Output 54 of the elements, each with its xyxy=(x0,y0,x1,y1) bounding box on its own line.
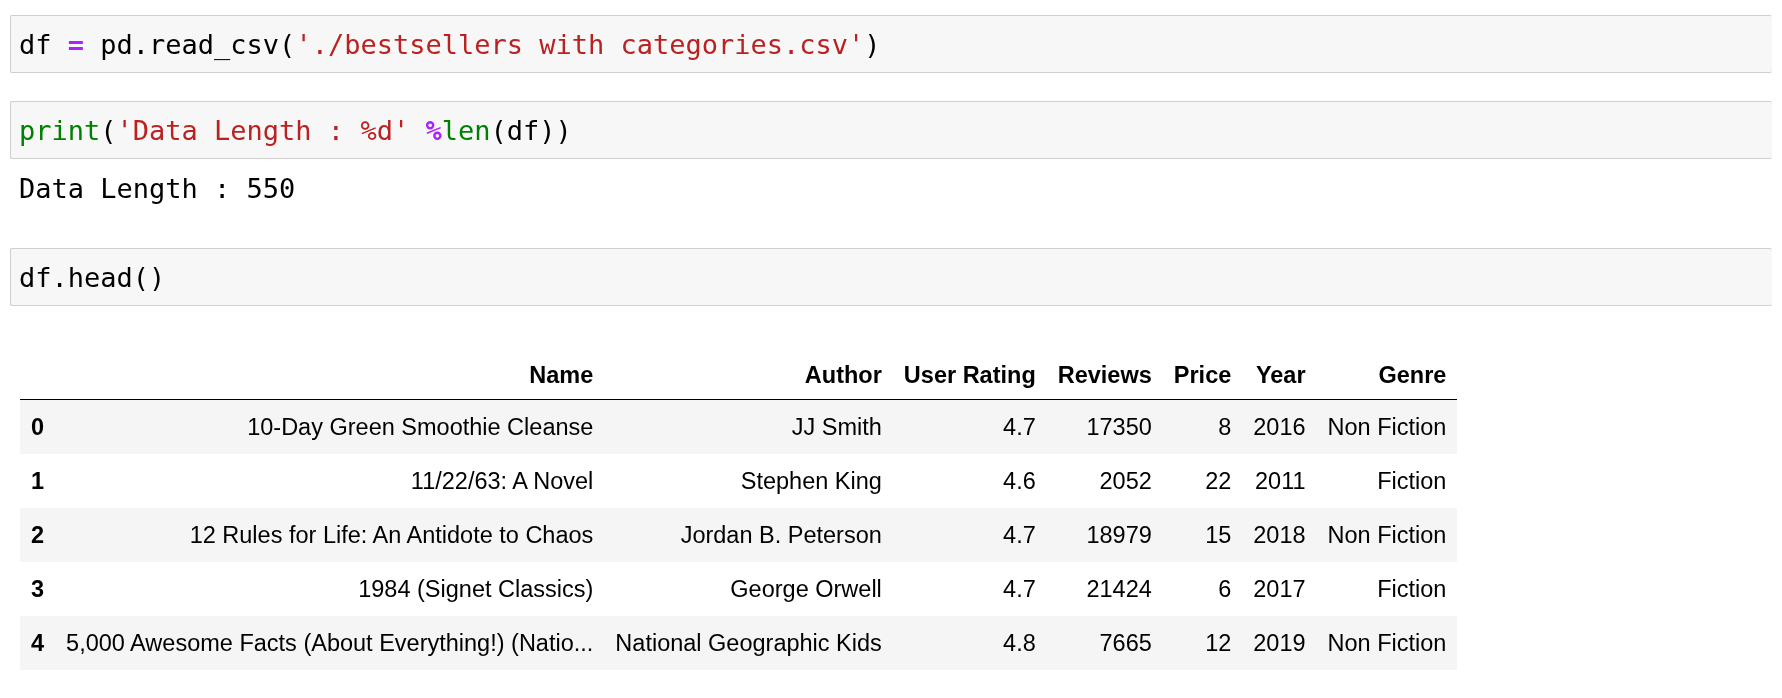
code-line: df = pd.read_csv('./bestsellers with categories.csv') xyxy=(19,28,881,60)
table-cell: George Orwell xyxy=(730,575,882,602)
table-cell: 4.6 xyxy=(1003,467,1036,494)
column-header: User Rating xyxy=(903,362,1036,388)
table-cell: 4.7 xyxy=(1003,521,1036,548)
column-header: Reviews xyxy=(1057,362,1152,388)
code-line: df.head() xyxy=(19,261,166,293)
row-index: 0 xyxy=(31,413,45,440)
table-cell: 6 xyxy=(1218,575,1232,602)
table-cell: Fiction xyxy=(1377,575,1447,602)
table-cell: 2019 xyxy=(1253,629,1306,656)
table-cell: Jordan B. Peterson xyxy=(680,521,882,548)
table-cell: Fiction xyxy=(1377,467,1447,494)
table-cell: 1984 (Signet Classics) xyxy=(358,575,594,602)
table-cell: 10-Day Green Smoothie Cleanse xyxy=(247,413,594,440)
table-cell: 4.7 xyxy=(1003,575,1036,602)
row-index: 4 xyxy=(31,629,45,656)
table-cell: Non Fiction xyxy=(1327,521,1447,548)
code-cell[interactable]: df = pd.read_csv('./bestsellers with categories.csv') xyxy=(10,15,1772,73)
table-cell: 18979 xyxy=(1086,521,1152,548)
column-header: Author xyxy=(804,362,882,388)
table-cell: 11/22/63: A Novel xyxy=(410,467,594,494)
column-header: Year xyxy=(1255,362,1306,388)
table-cell: Stephen King xyxy=(740,467,882,494)
row-index: 2 xyxy=(31,521,45,548)
table-cell: 2017 xyxy=(1253,575,1306,602)
table-cell: 2018 xyxy=(1253,521,1306,548)
table-cell: 21424 xyxy=(1086,575,1152,602)
table-cell: National Geographic Kids xyxy=(615,629,882,656)
table-cell: JJ Smith xyxy=(791,413,882,440)
table-cell: 22 xyxy=(1205,467,1232,494)
code-cell[interactable]: print('Data Length : %d' %len(df)) xyxy=(10,101,1772,159)
table-cell: 5,000 Awesome Facts (About Everything!) (Natio... xyxy=(66,629,594,656)
column-header: Name xyxy=(529,362,594,388)
code-cell[interactable]: df.head() xyxy=(10,248,1772,306)
table-cell: 15 xyxy=(1205,521,1232,548)
code-line: print('Data Length : %d' %len(df)) xyxy=(19,114,572,146)
column-header: Price xyxy=(1173,362,1232,388)
table-cell: 2011 xyxy=(1255,467,1306,494)
table-cell: 2052 xyxy=(1099,467,1152,494)
table-cell: 2016 xyxy=(1253,413,1306,440)
table-cell: Non Fiction xyxy=(1327,413,1447,440)
table-cell: 8 xyxy=(1218,413,1232,440)
column-header: Genre xyxy=(1378,362,1447,388)
row-index: 1 xyxy=(31,467,45,494)
row-index: 3 xyxy=(31,575,45,602)
table-cell: Non Fiction xyxy=(1327,629,1447,656)
table-cell: 12 Rules for Life: An Antidote to Chaos xyxy=(189,521,594,548)
table-cell: 17350 xyxy=(1086,413,1152,440)
table-cell: 4.7 xyxy=(1003,413,1036,440)
table-cell: 7665 xyxy=(1099,629,1152,656)
table-cell: 12 xyxy=(1205,629,1232,656)
table-cell: 4.8 xyxy=(1003,629,1036,656)
output-text: Data Length : 550 xyxy=(19,173,297,204)
